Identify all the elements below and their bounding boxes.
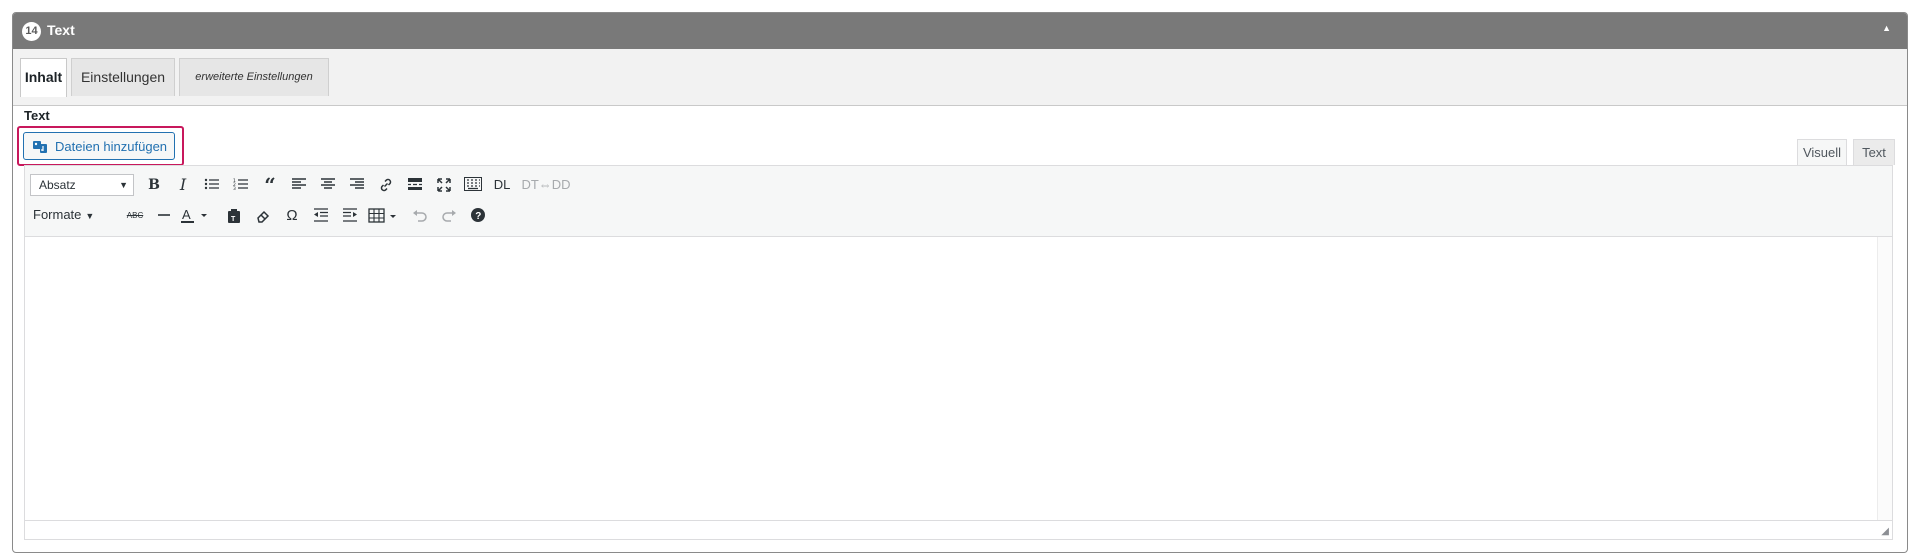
special-character-icon[interactable]: Ω (279, 204, 305, 228)
clear-formatting-icon[interactable] (250, 204, 276, 228)
undo-icon[interactable] (407, 204, 433, 228)
paste-as-text-icon[interactable]: T (221, 204, 247, 228)
dt-dd-button[interactable]: DT⇔DD (518, 173, 574, 197)
rich-text-editor: Absatz ▼ B I 123 “ DL DT⇔DD Formate ▼ AB… (24, 165, 1893, 540)
italic-icon[interactable]: I (170, 173, 196, 197)
field-label: Text (24, 108, 50, 123)
svg-text:3: 3 (233, 186, 236, 191)
paragraph-format-select[interactable]: Absatz ▼ (30, 174, 134, 196)
tab-text[interactable]: Text (1853, 139, 1895, 165)
strikethrough-icon[interactable]: ABC (122, 204, 148, 228)
editor-toolbar: Absatz ▼ B I 123 “ DL DT⇔DD Formate ▼ AB… (25, 166, 1892, 237)
indent-icon[interactable] (337, 204, 363, 228)
chevron-down-icon: ▼ (85, 211, 95, 221)
fullscreen-icon[interactable] (431, 173, 457, 197)
bold-icon[interactable]: B (141, 173, 167, 197)
numbered-list-icon[interactable]: 123 (228, 173, 254, 197)
table-icon[interactable] (366, 204, 402, 228)
blockquote-icon[interactable]: “ (257, 173, 283, 197)
read-more-icon[interactable] (402, 173, 428, 197)
panel-header[interactable]: 14 Text ▲ (13, 13, 1907, 50)
tab-inhalt[interactable]: Inhalt (20, 58, 67, 97)
add-media-label: Dateien hinzufügen (55, 139, 168, 154)
dl-button[interactable]: DL (489, 173, 515, 197)
svg-text:A: A (182, 208, 191, 222)
svg-text:T: T (231, 216, 236, 223)
formats-menu-label: Formate (33, 207, 82, 222)
formats-menu[interactable]: Formate ▼ (33, 207, 94, 222)
tab-einstellungen[interactable]: Einstellungen (71, 58, 175, 96)
toolbar-toggle-icon[interactable] (460, 173, 486, 197)
editor-scrollbar[interactable] (1877, 237, 1892, 521)
chevron-down-icon: ▼ (119, 180, 128, 190)
resize-handle-icon[interactable]: ◢ (1881, 526, 1889, 537)
align-center-icon[interactable] (315, 173, 341, 197)
horizontal-line-icon[interactable] (151, 204, 177, 228)
outdent-icon[interactable] (308, 204, 334, 228)
module-number-badge: 14 (22, 22, 41, 41)
svg-text:?: ? (475, 211, 481, 222)
media-icon (33, 141, 47, 153)
text-color-icon[interactable]: A (180, 204, 207, 228)
tab-erweiterte-einstellungen[interactable]: erweiterte Einstellungen (179, 58, 329, 96)
editor-statusbar: ◢ (25, 520, 1892, 539)
panel-title: Text (47, 22, 75, 38)
caret-up-icon[interactable]: ▲ (1882, 23, 1891, 33)
link-icon[interactable] (373, 173, 399, 197)
align-right-icon[interactable] (344, 173, 370, 197)
settings-tabbar: Inhalt Einstellungen erweiterte Einstell… (13, 49, 1907, 106)
paragraph-format-value: Absatz (39, 178, 76, 192)
help-icon[interactable]: ? (465, 204, 491, 228)
bullet-list-icon[interactable] (199, 173, 225, 197)
add-media-button[interactable]: Dateien hinzufügen (23, 132, 175, 160)
editor-content-area[interactable] (25, 237, 1878, 521)
tab-visuell[interactable]: Visuell (1797, 139, 1847, 166)
align-left-icon[interactable] (286, 173, 312, 197)
redo-icon[interactable] (436, 204, 462, 228)
